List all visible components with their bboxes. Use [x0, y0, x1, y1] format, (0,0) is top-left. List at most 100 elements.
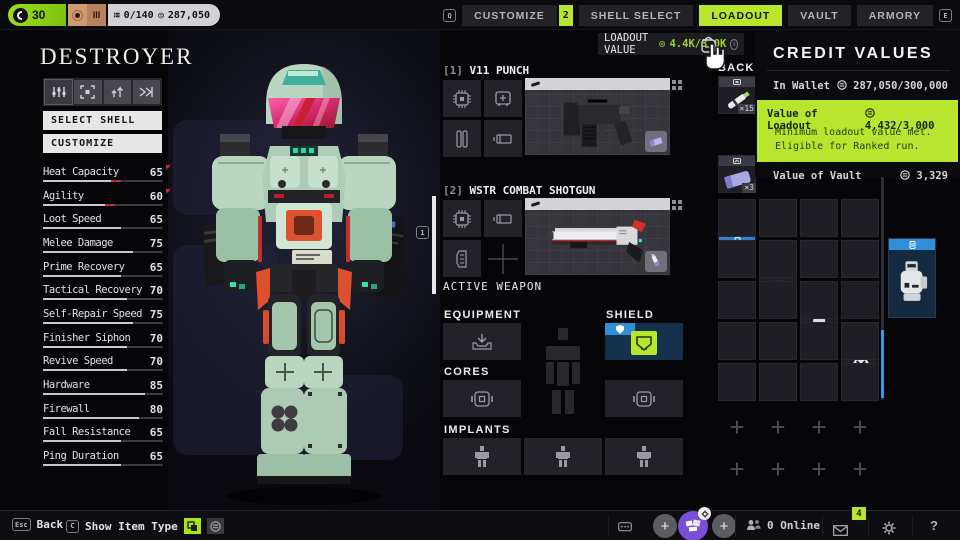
backpack-empty-cell[interactable] — [718, 322, 756, 360]
backpack-empty-cell[interactable] — [718, 281, 756, 319]
backpack-item-ammo[interactable]: ×15 — [718, 76, 756, 114]
player-avatar[interactable] — [678, 511, 708, 540]
credit-icon — [865, 108, 875, 118]
tab-loadout[interactable]: LOADOUT — [699, 5, 782, 26]
tab-armory[interactable]: ARMORY — [857, 5, 933, 26]
avatar-status-badge — [698, 507, 711, 520]
stat-decrease-icon — [166, 189, 171, 194]
item-count: ×15 — [738, 104, 756, 114]
backpack-unit-icon — [897, 259, 929, 305]
item-type-strip — [719, 156, 755, 166]
deploy-view-button[interactable] — [133, 80, 160, 104]
wallet-pill[interactable]: 0/140 287,050 — [108, 4, 220, 26]
backpack-empty-cell[interactable] — [800, 322, 838, 360]
backpack-empty-cell[interactable] — [841, 240, 879, 278]
backpack-empty-cell[interactable] — [759, 240, 797, 278]
weapon2-mod-slot-muzzle[interactable] — [484, 200, 522, 237]
player-level-pill[interactable]: 30 — [8, 4, 66, 26]
layers-icon — [187, 521, 198, 532]
chat-icon[interactable] — [618, 522, 632, 533]
list-icon — [114, 10, 120, 20]
preview-view-button[interactable] — [74, 80, 101, 104]
top-navigation: Q CUSTOMIZE 2 SHELL SELECT LOADOUT VAULT… — [443, 5, 952, 26]
select-shell-button[interactable]: SELECT SHELL — [43, 111, 162, 130]
add-friend-slot-button[interactable]: + — [712, 514, 736, 538]
vault-row: Value of Vault 3,329 — [773, 170, 948, 182]
core-slot-left[interactable] — [443, 380, 521, 417]
backpack-empty-cell[interactable] — [718, 240, 756, 278]
backpack-empty-cell[interactable] — [718, 363, 756, 401]
character-viewport[interactable] — [168, 30, 440, 511]
weapon1-mod-slot-barrel[interactable] — [443, 120, 481, 157]
stat-label: Prime Recovery — [43, 261, 125, 273]
stat-label: Hardware — [43, 379, 90, 391]
backpack-empty-cell[interactable] — [759, 322, 797, 360]
weapon1-mod-slot-chip[interactable] — [443, 80, 481, 117]
stat-value: 65 — [150, 261, 163, 274]
settings-button[interactable] — [882, 520, 896, 539]
backpack-empty-cell[interactable] — [841, 322, 879, 360]
weapon1-preview[interactable] — [525, 78, 670, 155]
stat-row-firewall: Firewall80 — [43, 403, 165, 425]
weapon2-mod-slot-empty[interactable] — [484, 240, 522, 277]
customize-shell-button[interactable]: CUSTOMIZE — [43, 134, 162, 153]
backpack-empty-cell[interactable] — [759, 281, 797, 319]
weapon2-mod-slot-chip[interactable] — [443, 200, 481, 237]
weapon2-ammo-badge[interactable] — [645, 251, 667, 272]
back-control[interactable]: Esc Back — [12, 518, 63, 531]
upgrade-view-button[interactable] — [104, 80, 131, 104]
info-icon[interactable]: i — [730, 39, 738, 50]
envelope-icon — [833, 525, 848, 536]
weapon1-mod-slot-muzzle[interactable] — [484, 120, 522, 157]
equipped-backpack-slot[interactable] — [888, 238, 936, 318]
top-bar: 30 III 0/140 287,050 Q CUSTOMIZE 2 — [0, 0, 960, 30]
grid-size-icon — [672, 80, 682, 90]
credit-value-toggle[interactable] — [207, 518, 224, 534]
backpack-empty-cell[interactable] — [800, 363, 838, 401]
tab-vault[interactable]: VAULT — [788, 5, 850, 26]
stat-label: Finisher Siphon — [43, 332, 130, 344]
tab-customize[interactable]: CUSTOMIZE — [462, 5, 557, 26]
online-status[interactable]: 0 Online — [746, 519, 820, 532]
remove-friend-slot-button[interactable]: + — [653, 514, 677, 538]
stat-label: Loot Speed — [43, 213, 101, 225]
weapon-list-scrollbar[interactable] — [432, 196, 436, 294]
backpack-item-pack[interactable]: ×3 — [718, 155, 756, 193]
weapon1-ammo-badge[interactable] — [645, 131, 667, 152]
backpack-empty-cell[interactable] — [759, 199, 797, 237]
implant-slot-3[interactable] — [605, 438, 683, 475]
rank-pill[interactable]: III — [68, 4, 106, 26]
tab-shell-select[interactable]: SHELL SELECT — [579, 5, 694, 26]
item-type-toggle-on[interactable] — [184, 518, 201, 534]
pistol-image — [539, 92, 659, 152]
mail-button[interactable]: 4 — [833, 521, 848, 540]
backpack-empty-cell[interactable] — [800, 199, 838, 237]
stats-view-button[interactable] — [45, 80, 72, 104]
shield-slot[interactable] — [605, 323, 683, 360]
grid-size-icon — [672, 200, 682, 210]
equipment-slot[interactable] — [443, 323, 521, 360]
backpack-locked-slot: + — [718, 450, 756, 488]
backpack-empty-cell[interactable] — [841, 281, 879, 319]
backpack-empty-cell[interactable] — [800, 240, 838, 278]
show-item-type-control[interactable]: C Show Item Type — [66, 518, 224, 534]
shell-name-title: DESTROYER — [40, 44, 193, 70]
stat-value: 65 — [150, 213, 163, 226]
weapon1-mod-slot-magazine[interactable] — [484, 80, 522, 117]
credit-icon — [900, 170, 910, 180]
weapon2-mod-slot-magazine[interactable] — [443, 240, 481, 277]
implant-slot-1[interactable] — [443, 438, 521, 475]
backpack-empty-cell[interactable] — [800, 281, 838, 319]
backpack-empty-cell[interactable] — [841, 199, 879, 237]
weapon2-preview[interactable] — [525, 198, 670, 275]
implant-slot-2[interactable] — [524, 438, 602, 475]
backpack-empty-cell[interactable] — [841, 363, 879, 401]
core-slot-right[interactable] — [605, 380, 683, 417]
people-icon — [746, 519, 761, 532]
character-model — [204, 58, 404, 508]
help-button[interactable]: ? — [930, 518, 938, 533]
weapon2-ammo-strip — [525, 198, 670, 210]
backpack-empty-cell[interactable] — [718, 199, 756, 237]
backpack-empty-cell[interactable] — [759, 363, 797, 401]
backpack-scrollbar-thumb[interactable] — [881, 330, 884, 398]
